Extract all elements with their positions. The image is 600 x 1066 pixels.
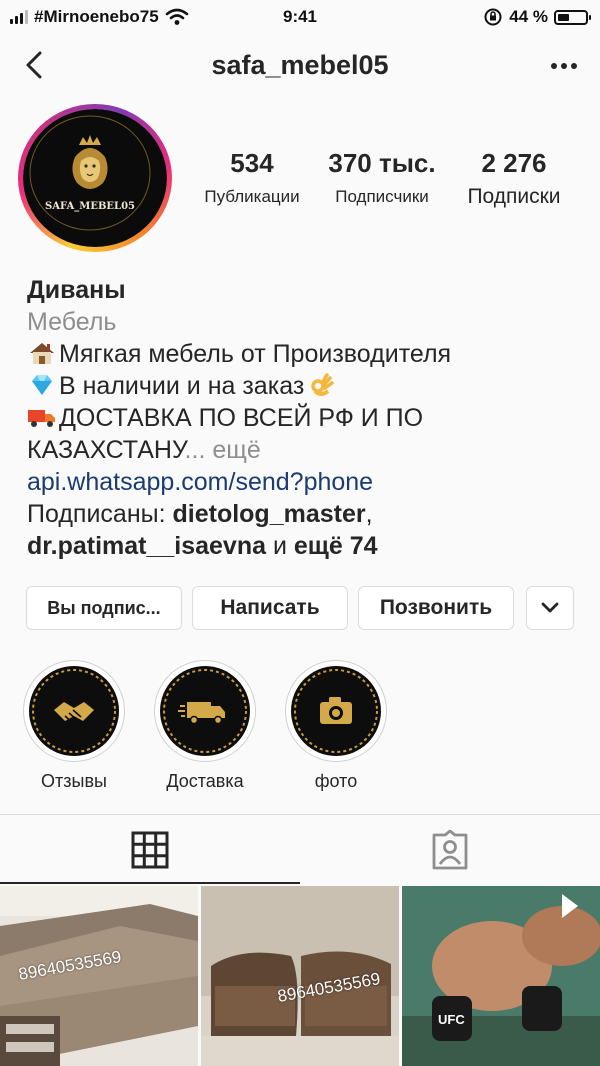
profile-header: safa_mebel05	[0, 40, 600, 94]
grid-icon	[131, 831, 169, 869]
camera-icon	[294, 669, 378, 753]
bio-line-4: КАЗАХСТАНУ... ещё	[27, 436, 261, 464]
avatar: SAFA_MEBEL05	[23, 109, 167, 247]
posts-label: Публикации	[204, 187, 300, 206]
svg-text:SAFA_MEBEL05: SAFA_MEBEL05	[45, 201, 135, 212]
followed-by-text[interactable]: Подписаны: dietolog_master,	[27, 498, 587, 530]
suggested-accounts-button[interactable]	[526, 586, 574, 630]
truck-icon	[163, 669, 247, 753]
highlight-delivery[interactable]: Доставка	[153, 660, 257, 792]
highlight-delivery-label: Доставка	[166, 771, 244, 791]
profile-display-name: Диваны	[27, 276, 126, 304]
stat-followers[interactable]: 370 тыс. Подписчики	[320, 148, 444, 207]
chevron-down-icon	[541, 602, 559, 613]
handshake-icon	[32, 669, 116, 753]
tab-tagged[interactable]	[300, 815, 600, 885]
followed-by-text-2[interactable]: dr.patimat__isaevna и ещё 74	[27, 530, 587, 562]
battery-percent: 44 %	[509, 7, 548, 26]
post-grid: 89640535569 89640535569 UFC	[0, 886, 600, 1066]
lion-crest-logo: SAFA_MEBEL05	[29, 115, 151, 231]
following-count: 2 276	[481, 148, 547, 178]
bio-line-1: Мягкая мебель от Производителя	[27, 338, 587, 370]
following-button[interactable]: Вы подпис...	[26, 586, 182, 630]
tab-grid[interactable]	[0, 815, 300, 885]
highlight-reviews-label: Отзывы	[41, 771, 107, 791]
bio-website-link[interactable]: api.whatsapp.com/send?phone	[27, 466, 587, 498]
call-button[interactable]: Позвонить	[358, 586, 514, 630]
truck-emoji-icon	[28, 410, 55, 427]
post-thumbnail[interactable]: 89640535569	[201, 886, 399, 1066]
posts-count: 534	[230, 148, 274, 178]
highlight-reviews[interactable]: Отзывы	[22, 660, 126, 792]
ufc-logo-text: UFC	[438, 1012, 465, 1027]
stat-following[interactable]: 2 276 Подписки	[450, 148, 578, 209]
bio-line-2: В наличии и на заказ	[27, 370, 587, 402]
ok-hand-emoji-icon	[311, 373, 335, 396]
followers-label: Подписчики	[335, 187, 429, 206]
stat-posts[interactable]: 534 Публикации	[190, 148, 314, 207]
house-emoji-icon	[30, 343, 54, 364]
rotation-lock-icon	[484, 8, 502, 26]
highlight-photo-label: фото	[314, 771, 358, 791]
video-frame-photo: UFC	[402, 886, 600, 1066]
bio-more-link[interactable]: ещё	[212, 436, 260, 464]
gem-emoji-icon	[32, 375, 52, 395]
status-bar: #Mirnoenebo75 9:41 44 %	[0, 0, 600, 36]
profile-category: Мебель	[27, 308, 117, 336]
profile-bio: Диваны Мебель Мягкая мебель от Производи…	[27, 274, 587, 562]
post-thumbnail[interactable]: 89640535569	[0, 886, 198, 1066]
avatar-story-ring[interactable]: SAFA_MEBEL05	[18, 104, 172, 252]
highlight-photo[interactable]: фото	[284, 660, 388, 792]
profile-username: safa_mebel05	[211, 50, 389, 80]
tagged-person-icon	[432, 830, 468, 870]
post-thumbnail-video[interactable]: UFC	[402, 886, 600, 1066]
profile-tabs	[0, 815, 600, 885]
followers-count: 370 тыс.	[328, 148, 436, 178]
battery-icon	[554, 9, 591, 25]
active-tab-indicator	[0, 882, 300, 884]
more-options-icon[interactable]	[546, 52, 582, 80]
bio-line-3: ДОСТАВКА ПО ВСЕЙ РФ И ПО	[27, 402, 587, 434]
message-button[interactable]: Написать	[192, 586, 348, 630]
following-label: Подписки	[467, 185, 561, 208]
